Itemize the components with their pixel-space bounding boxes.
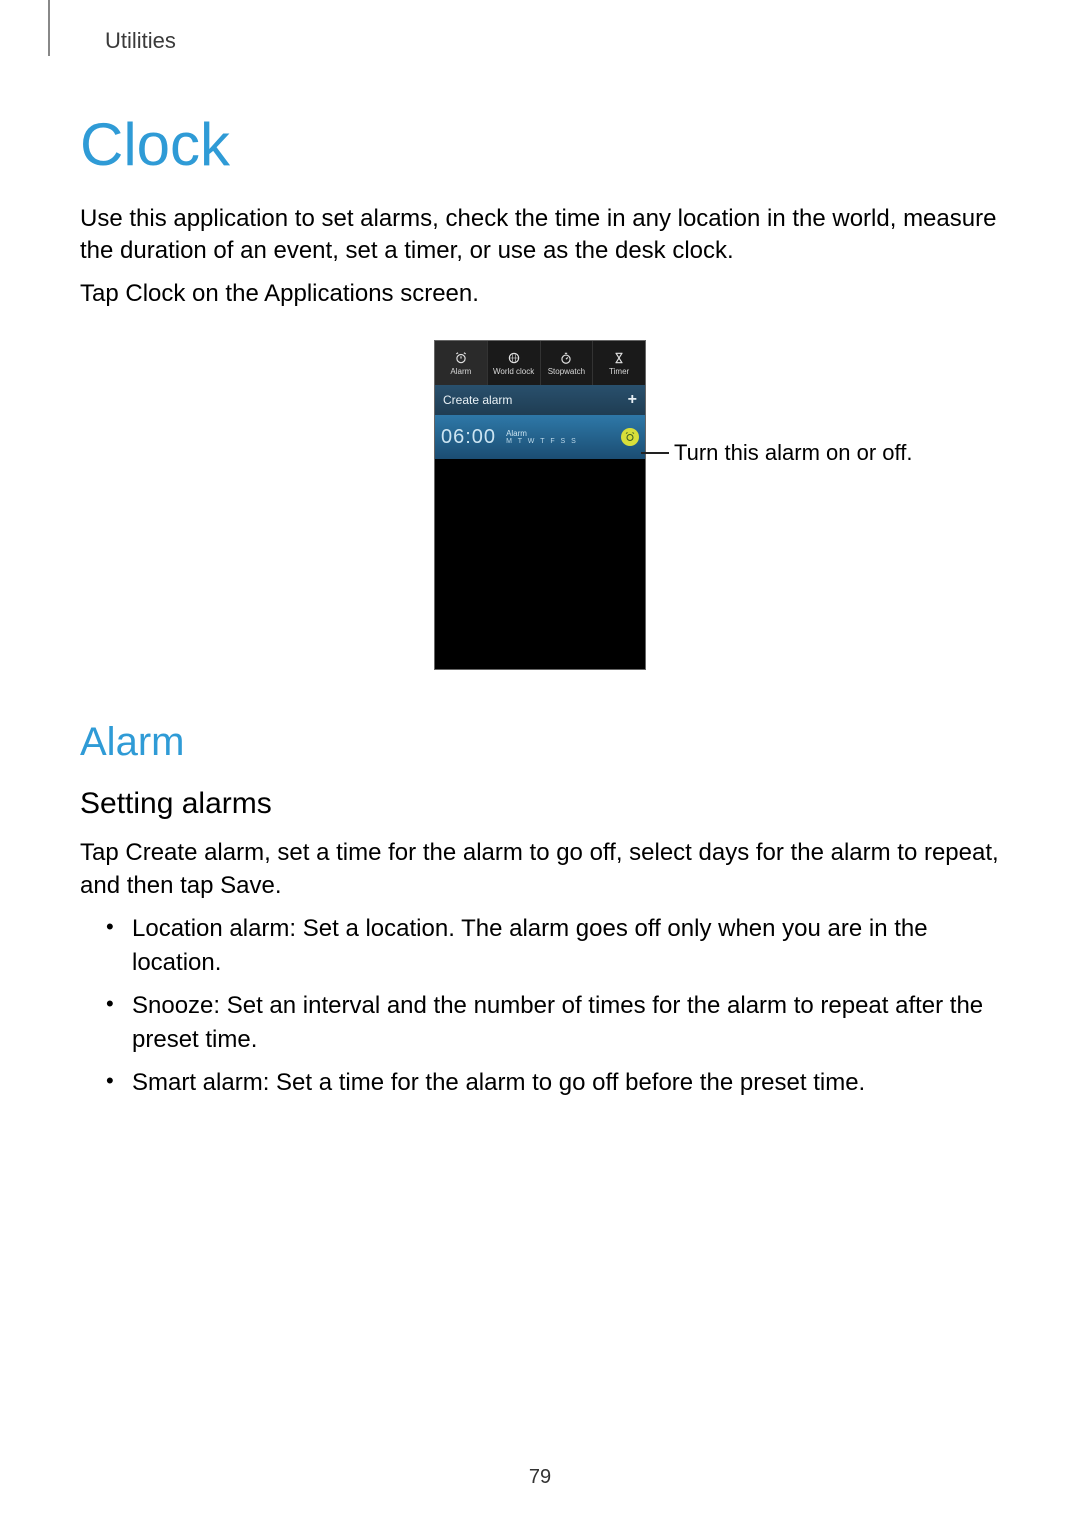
bullet-desc: : Set an interval and the number of time… (132, 992, 983, 1053)
snooze-term: Snooze (132, 992, 213, 1019)
subsection-setting-alarms: Setting alarms (80, 787, 1000, 821)
app-tabs: Alarm World clock Stopwatch (435, 341, 645, 385)
left-rule (48, 0, 50, 56)
screenshot-wrapper: Alarm World clock Stopwatch (80, 340, 1000, 670)
tab-label: Timer (609, 367, 629, 376)
breadcrumb: Utilities (105, 28, 1000, 54)
alarm-label: Alarm (506, 429, 621, 438)
page-number: 79 (0, 1466, 1080, 1489)
text-fragment: . (275, 872, 282, 899)
save-term: Save (220, 872, 275, 899)
text-fragment: on the Applications screen. (185, 280, 479, 307)
callout-line (641, 452, 669, 454)
empty-area (435, 459, 645, 669)
bullet-list: Location alarm: Set a location. The alar… (80, 912, 1000, 1100)
alarm-toggle-icon[interactable] (621, 428, 639, 446)
clock-term: Clock (125, 280, 185, 307)
alarm-icon (454, 351, 468, 365)
intro-paragraph-2: Tap Clock on the Applications screen. (80, 278, 1000, 310)
tab-label: World clock (493, 367, 534, 376)
alarm-time: 06:00 (441, 426, 496, 449)
clock-app-screenshot: Alarm World clock Stopwatch (434, 340, 646, 670)
tab-alarm[interactable]: Alarm (435, 341, 488, 385)
text-fragment: Tap (80, 839, 125, 866)
intro-paragraph-1: Use this application to set alarms, chec… (80, 203, 1000, 268)
hourglass-icon (612, 351, 626, 365)
create-alarm-bar[interactable]: Create alarm + (435, 385, 645, 415)
location-alarm-term: Location alarm (132, 915, 289, 942)
list-item: Location alarm: Set a location. The alar… (96, 912, 1000, 979)
tab-world-clock[interactable]: World clock (488, 341, 541, 385)
setting-alarms-paragraph: Tap Create alarm, set a time for the ala… (80, 837, 1000, 902)
list-item: Smart alarm: Set a time for the alarm to… (96, 1066, 1000, 1100)
text-fragment: Tap (80, 280, 125, 307)
tab-label: Stopwatch (548, 367, 585, 376)
bullet-desc: : Set a time for the alarm to go off bef… (263, 1069, 866, 1096)
globe-icon (507, 351, 521, 365)
alarm-row[interactable]: 06:00 Alarm M T W T F S S (435, 415, 645, 459)
callout-text: Turn this alarm on or off. (674, 440, 912, 466)
tab-stopwatch[interactable]: Stopwatch (541, 341, 594, 385)
stopwatch-icon (559, 351, 573, 365)
plus-icon[interactable]: + (628, 391, 637, 409)
page-title: Clock (80, 110, 1000, 179)
smart-alarm-term: Smart alarm (132, 1069, 263, 1096)
list-item: Snooze: Set an interval and the number o… (96, 989, 1000, 1056)
create-alarm-label: Create alarm (443, 393, 512, 407)
section-alarm-heading: Alarm (80, 720, 1000, 765)
alarm-days: M T W T F S S (506, 438, 621, 445)
alarm-info: Alarm M T W T F S S (506, 429, 621, 445)
create-alarm-term: Create alarm (125, 839, 264, 866)
tab-timer[interactable]: Timer (593, 341, 645, 385)
tab-label: Alarm (450, 367, 471, 376)
page-content: Utilities Clock Use this application to … (0, 0, 1080, 1100)
